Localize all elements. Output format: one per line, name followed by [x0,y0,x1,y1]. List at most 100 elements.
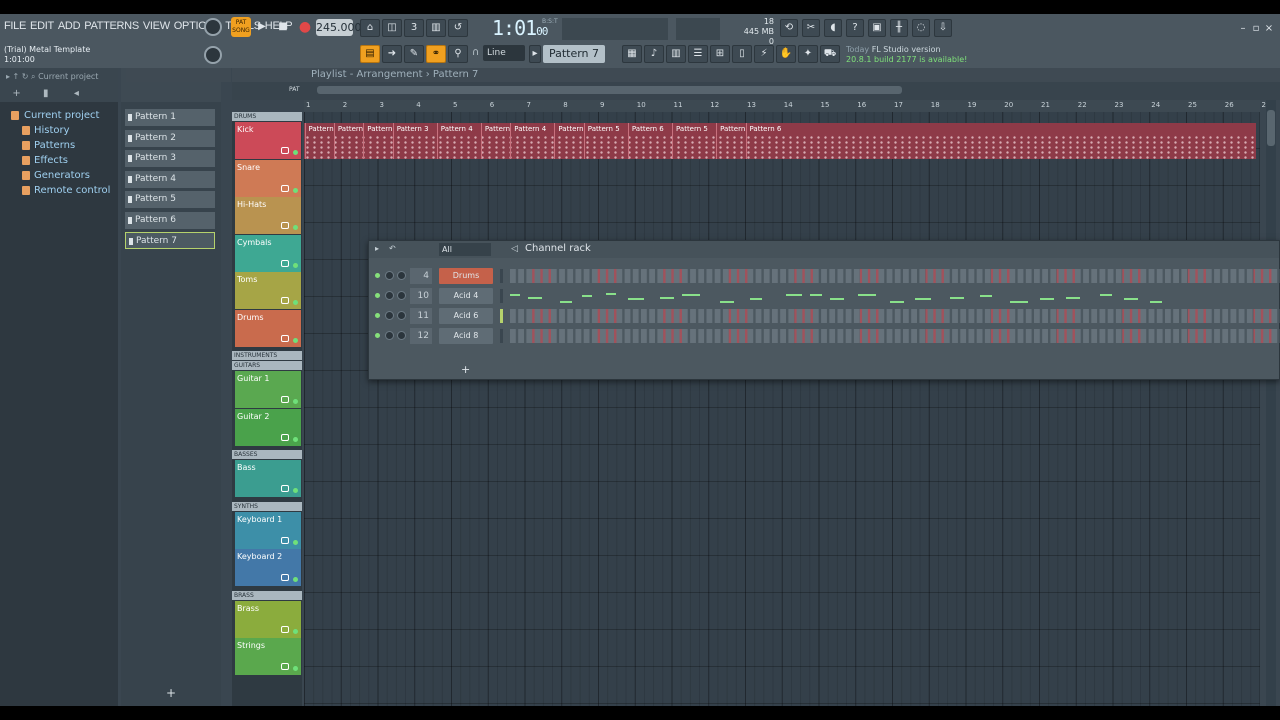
channel-select-bar[interactable] [500,329,503,343]
track-group-header[interactable]: BRASS [232,590,302,600]
browser-item[interactable]: Remote control [10,183,118,198]
pattern-item[interactable]: Pattern 7 [125,232,215,249]
channel-select-bar[interactable] [500,309,503,323]
record-button[interactable]: ● [296,19,314,37]
track-header[interactable]: Keyboard 2 [235,549,301,586]
track-group-header[interactable]: SYNTHS [232,501,302,511]
browser-item[interactable]: Generators [10,168,118,183]
channel-volume-knob[interactable] [397,271,406,280]
pattern-clip[interactable]: Pattern 6 [745,123,805,159]
track-mute-led[interactable] [293,436,298,442]
pattern-clip[interactable]: Pattern 1 [304,123,334,159]
pattern-item[interactable]: Pattern 3 [125,150,215,167]
track-mute-led[interactable] [293,628,298,634]
mixer-icon[interactable]: ╫ [890,19,908,37]
link-icon[interactable]: ⚭ [426,45,446,63]
track-mute-led[interactable] [293,399,298,404]
browser-toolbar[interactable]: + ▮ ◂ [6,88,112,99]
channel-pan-knob[interactable] [385,271,394,280]
pattern-item[interactable]: Pattern 4 [125,170,215,188]
pattern-prev-icon[interactable]: ▸ [529,45,541,63]
track-group-header[interactable]: BASSES [232,450,302,459]
channel-name-button[interactable]: Drums [439,268,493,284]
pattern-clip[interactable]: Pattern 5 [716,123,745,159]
vertical-scrollbar[interactable] [1266,100,1276,706]
rack-menu-icon[interactable]: ▸ [375,244,379,253]
file-icon[interactable]: ▯ [732,45,752,63]
track-header[interactable]: Strings [235,638,301,675]
channel-pan-knob[interactable] [385,311,394,320]
track-header[interactable]: Guitar 2 [235,408,301,446]
cut-icon[interactable]: ✂ [802,19,820,37]
channel-mixer-track[interactable]: 4 [410,268,432,284]
pattern-item[interactable]: Pattern 1 [125,109,215,126]
track-mute-led[interactable] [293,187,298,193]
channel-name-button[interactable]: Acid 8 [439,328,493,344]
pattern-clip[interactable]: Pattern 4 [436,123,481,159]
track-header[interactable]: Keyboard 1 [235,511,301,549]
channel-mute-led[interactable] [375,313,380,318]
tempo-tapper-icon[interactable]: ✋ [776,45,796,63]
minimize-icon[interactable]: – [1238,24,1248,34]
maximize-icon[interactable]: ▫ [1251,24,1261,34]
add-pattern-icon[interactable]: + [166,686,176,700]
playlist-tools[interactable] [126,68,231,82]
track-mute-led[interactable] [293,262,298,268]
track-header[interactable]: Snare [235,159,301,197]
track-mute-led[interactable] [293,225,298,230]
save-icon[interactable]: ▣ [868,19,886,37]
kick-clip-row[interactable]: Pattern 1Pattern 2Pattern 1Pattern 3Patt… [304,123,1256,159]
metronome-knob[interactable] [204,18,222,36]
shop-icon[interactable]: ⛟ [820,45,840,63]
menu-item-view[interactable]: VIEW [143,20,170,32]
playlist-grid[interactable] [304,112,1260,706]
browser-icon[interactable]: ⊞ [710,45,730,63]
rack-undo-icon[interactable]: ↶ [389,244,396,253]
pattern-clip[interactable]: Pattern 1 [363,123,393,159]
channel-volume-knob[interactable] [397,311,406,320]
browser-item[interactable]: Patterns [10,138,118,153]
pattern-item[interactable]: Pattern 5 [125,191,215,208]
channel-pan-knob[interactable] [385,291,394,300]
channel-mute-led[interactable] [375,333,380,338]
piano-roll-window-icon[interactable]: ♪ [644,45,664,63]
browser-item[interactable]: History [10,123,118,138]
master-volume-knob[interactable] [204,46,222,64]
pattern-clip[interactable]: Pattern 3 [480,123,510,159]
track-header[interactable]: Brass [235,600,301,638]
pattern-clip[interactable]: Pattern 5 [554,123,584,159]
track-header[interactable]: Cymbals [235,234,301,272]
playlist-icon[interactable]: ▦ [622,45,642,63]
mixer-window-icon[interactable]: ☰ [688,45,708,63]
timeline-ruler[interactable]: 1 2 3 4 5 6 7 8 9 10 11 12 13 14 15 16 17 18 19 20 21 22 23 24 2… [304,100,1270,112]
channel-mixer-track[interactable]: 11 [410,308,432,324]
channel-piano-preview[interactable] [510,289,1190,303]
loop-record-icon[interactable]: ↺ [448,19,468,37]
rack-filter-select[interactable]: All [439,243,491,256]
step-sequencer[interactable] [510,309,1280,323]
pat-song-toggle[interactable]: PAT SONG [231,17,251,37]
stop-button[interactable]: ■ [276,19,290,37]
menu-item-patterns[interactable]: PATTERNS [84,20,139,32]
track-mute-led[interactable] [293,577,298,582]
chat-icon[interactable]: ◌ [912,19,930,37]
news-panel[interactable]: Today FL Studio version 20.8.1 build 217… [846,45,967,65]
add-channel-icon[interactable]: + [461,363,470,376]
channel-mixer-track[interactable]: 10 [410,288,432,304]
track-mute-led[interactable] [293,337,298,343]
pattern-clip[interactable]: Pattern 2 [333,123,363,159]
browser-nav-icon[interactable]: ▸ ↑ ↻ ⌕ [6,72,38,81]
undo-icon[interactable]: ⟲ [780,19,798,37]
download-icon[interactable]: ⇩ [934,19,952,37]
pattern-selector[interactable]: Pattern 7 [543,45,605,63]
track-header[interactable]: Toms [235,272,301,309]
browser-item[interactable]: Effects [10,153,118,168]
menu-item-edit[interactable]: EDIT [30,20,54,32]
touch-icon[interactable]: ✦ [798,45,818,63]
channel-select-bar[interactable] [500,289,503,303]
vertical-scroll-thumb[interactable] [1267,110,1275,146]
step-sequencer[interactable] [510,329,1280,343]
menu-item-file[interactable]: FILE [4,20,26,32]
pattern-clip[interactable]: Pattern 6 [627,123,672,159]
step-sequencer[interactable] [510,269,1280,283]
